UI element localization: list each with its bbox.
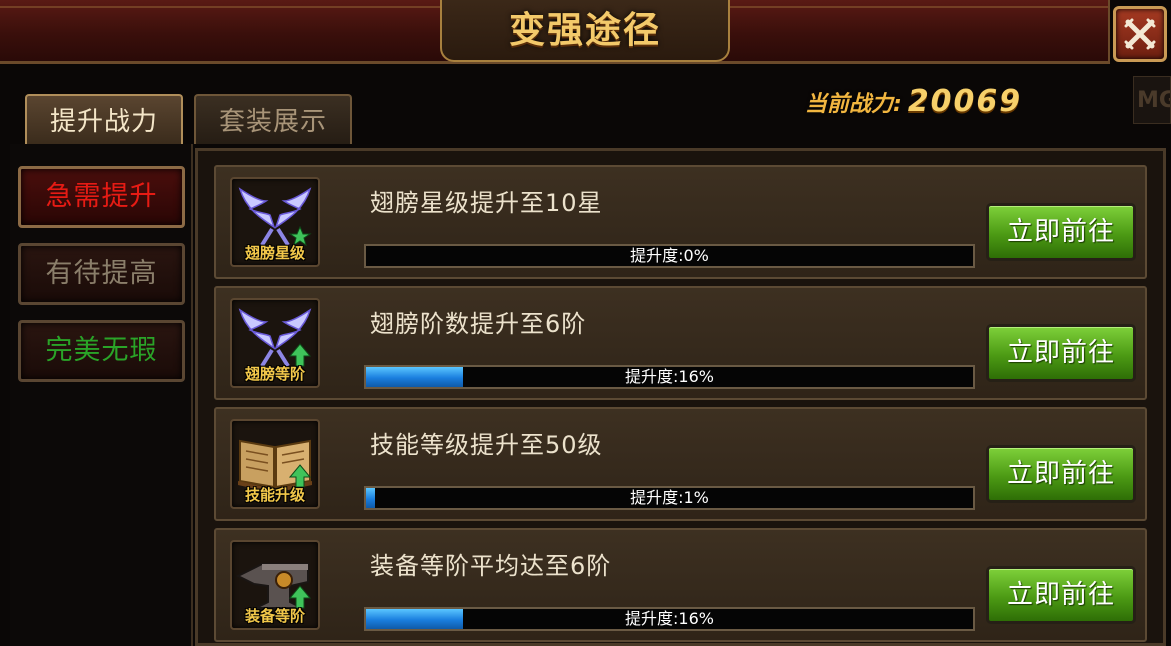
task-row: 翅膀星级 翅膀星级提升至10星 提升度:0% 立即前往 [214, 165, 1147, 279]
close-button[interactable] [1113, 6, 1167, 62]
category-perfect-button[interactable]: 完美无瑕 [18, 320, 185, 382]
progress-bar: 提升度:1% [364, 486, 975, 510]
category-sidebar: 急需提升 有待提高 完美无瑕 [10, 144, 193, 646]
task-row: 装备等阶 装备等阶平均达至6阶 提升度:16% 立即前往 [214, 528, 1147, 642]
task-title: 技能等级提升至50级 [370, 431, 603, 459]
task-title: 翅膀星级提升至10星 [370, 189, 603, 217]
go-now-button[interactable]: 立即前往 [986, 203, 1136, 261]
progress-text: 提升度:16% [625, 609, 714, 628]
task-icon: 翅膀等阶 [230, 298, 320, 388]
task-icon-label: 技能升级 [244, 486, 305, 504]
task-row: 技能升级 技能等级提升至50级 提升度:1% 立即前往 [214, 407, 1147, 521]
combat-power-value: 20069 [907, 84, 1023, 119]
tab-set-display[interactable]: 套装展示 [194, 94, 352, 144]
category-pending-button[interactable]: 有待提高 [18, 243, 185, 305]
go-now-button[interactable]: 立即前往 [986, 445, 1136, 503]
window-title: 变强途径 [508, 10, 661, 51]
progress-bar: 提升度:16% [364, 365, 975, 389]
combat-power-label: 当前战力: [805, 92, 902, 117]
progress-text: 提升度:0% [630, 246, 709, 265]
category-urgent-button[interactable]: 急需提升 [18, 166, 185, 228]
go-now-button[interactable]: 立即前往 [986, 324, 1136, 382]
task-list: 翅膀星级 翅膀星级提升至10星 提升度:0% 立即前往 翅膀等阶 翅膀阶数提升至… [195, 148, 1166, 646]
task-row: 翅膀等阶 翅膀阶数提升至6阶 提升度:16% 立即前往 [214, 286, 1147, 400]
progress-text: 提升度:16% [625, 367, 714, 386]
task-icon: 技能升级 [230, 419, 320, 509]
progress-bar: 提升度:16% [364, 607, 975, 631]
corner-badge: MG [1133, 76, 1171, 124]
progress-bar: 提升度:0% [364, 244, 975, 268]
task-icon-label: 装备等阶 [244, 607, 305, 625]
progress-text: 提升度:1% [630, 488, 709, 507]
task-icon: 翅膀星级 [230, 177, 320, 267]
go-now-button[interactable]: 立即前往 [986, 566, 1136, 624]
task-icon: 装备等阶 [230, 540, 320, 630]
close-icon [1124, 18, 1156, 50]
task-icon-label: 翅膀星级 [244, 244, 305, 262]
task-title: 装备等阶平均达至6阶 [370, 552, 612, 580]
combat-power-display: 当前战力: 20069 [805, 84, 1022, 128]
tab-boost-power[interactable]: 提升战力 [25, 94, 183, 144]
task-icon-label: 翅膀等阶 [244, 365, 305, 383]
task-title: 翅膀阶数提升至6阶 [370, 310, 587, 338]
